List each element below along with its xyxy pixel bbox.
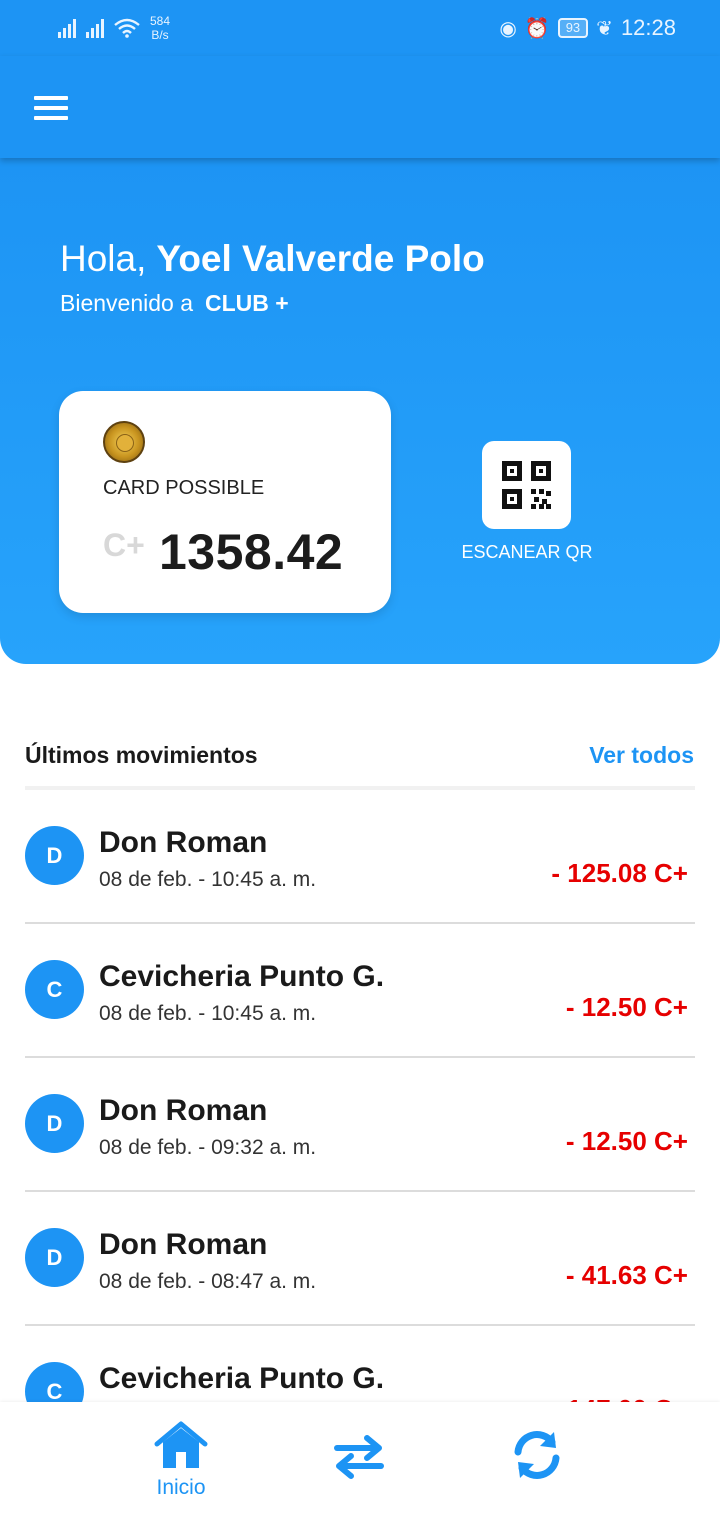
nav-home-label: Inicio [156,1476,206,1499]
merchant-avatar: D [25,826,84,885]
transfer-icon [334,1435,384,1479]
greeting-prefix: Hola, [60,238,147,279]
transaction-row[interactable]: D Don Roman 08 de feb. - 09:32 a. m. - 1… [0,1058,720,1192]
transaction-list: D Don Roman 08 de feb. - 10:45 a. m. - 1… [0,790,720,1402]
transaction-date: 08 de feb. - 10:45 a. m. [99,1002,317,1025]
transaction-row[interactable]: C Cevicheria Punto G. 08 de feb. - 10:45… [0,924,720,1058]
transaction-amount: - 12.50 C+ [565,1126,688,1156]
transaction-row[interactable]: D Don Roman 08 de feb. - 10:45 a. m. - 1… [0,790,720,924]
club-name: CLUB + [205,290,289,316]
nav-home[interactable]: Inicio [126,1420,236,1514]
scan-qr-button[interactable] [482,441,571,529]
transaction-row[interactable]: C Cevicheria Punto G. - 147.00 C+ [0,1326,720,1402]
balance-card[interactable]: CARD POSSIBLE C+ 1358.42 [59,391,391,613]
scan-qr-label[interactable]: ESCANEAR QR [452,542,602,563]
transaction-date: 08 de feb. - 10:45 a. m. [99,868,317,891]
clock: 12:28 [620,15,676,40]
transaction-date: 08 de feb. - 08:47 a. m. [99,1270,317,1293]
wifi-icon [114,18,140,38]
transaction-date: 08 de feb. - 09:32 a. m. [99,1136,317,1159]
transaction-amount: - 41.63 C+ [565,1260,688,1290]
home-icon [154,1421,208,1468]
qr-code-icon [502,461,551,509]
merchant-name: Don Roman [99,1094,268,1127]
network-speed-value: 584 [150,14,171,28]
status-right: ◉ ⏰ 93 ❦ 12:28 [499,12,676,44]
battery-indicator: 93 [557,18,589,38]
currency-symbol: C+ [103,527,145,563]
merchant-name: Don Roman [99,826,268,859]
nav-refresh[interactable] [482,1420,592,1514]
signal-icon [58,18,76,38]
merchant-name: Don Roman [99,1228,268,1261]
greeting: Hola, Yoel Valverde Polo [60,238,485,280]
merchant-name: Cevicheria Punto G. [99,960,385,993]
user-name: Yoel Valverde Polo [156,238,485,279]
merchant-avatar: C [25,960,84,1019]
signal-icon [86,18,104,38]
alarm-icon: ⏰ [524,17,550,40]
welcome-line: Bienvenido a CLUB + [60,290,289,317]
network-speed-unit: B/s [151,28,169,42]
transaction-amount: - 125.08 C+ [551,858,688,888]
balance-amount: 1358.42 [159,524,344,580]
status-left: 584 B/s [58,10,170,46]
coin-logo-icon [103,421,145,463]
nav-transfer[interactable] [304,1420,414,1514]
status-bar: 584 B/s ◉ ⏰ 93 ❦ 12:28 [0,0,720,56]
welcome-prefix: Bienvenido a [60,290,193,316]
movements-title: Últimos movimientos [25,742,258,768]
leaf-icon: ❦ [596,17,613,40]
merchant-avatar: D [25,1094,84,1153]
bottom-navigation: Inicio [0,1402,720,1520]
hamburger-menu-icon[interactable] [34,96,68,120]
merchant-avatar: D [25,1228,84,1287]
eye-comfort-icon: ◉ [499,17,517,40]
merchant-avatar: C [25,1362,84,1402]
card-name: CARD POSSIBLE [103,477,265,499]
hero-header: Hola, Yoel Valverde Polo Bienvenido a CLUB… [0,158,720,664]
network-speed: 584 B/s [150,14,170,42]
transaction-row[interactable]: D Don Roman 08 de feb. - 08:47 a. m. - 4… [0,1192,720,1326]
see-all-link[interactable]: Ver todos [589,742,694,769]
transaction-amount: - 12.50 C+ [565,992,688,1022]
transaction-amount: - 147.00 C+ [551,1394,688,1402]
merchant-name: Cevicheria Punto G. [99,1362,385,1395]
refresh-icon [514,1431,560,1479]
app-bar [0,56,720,158]
